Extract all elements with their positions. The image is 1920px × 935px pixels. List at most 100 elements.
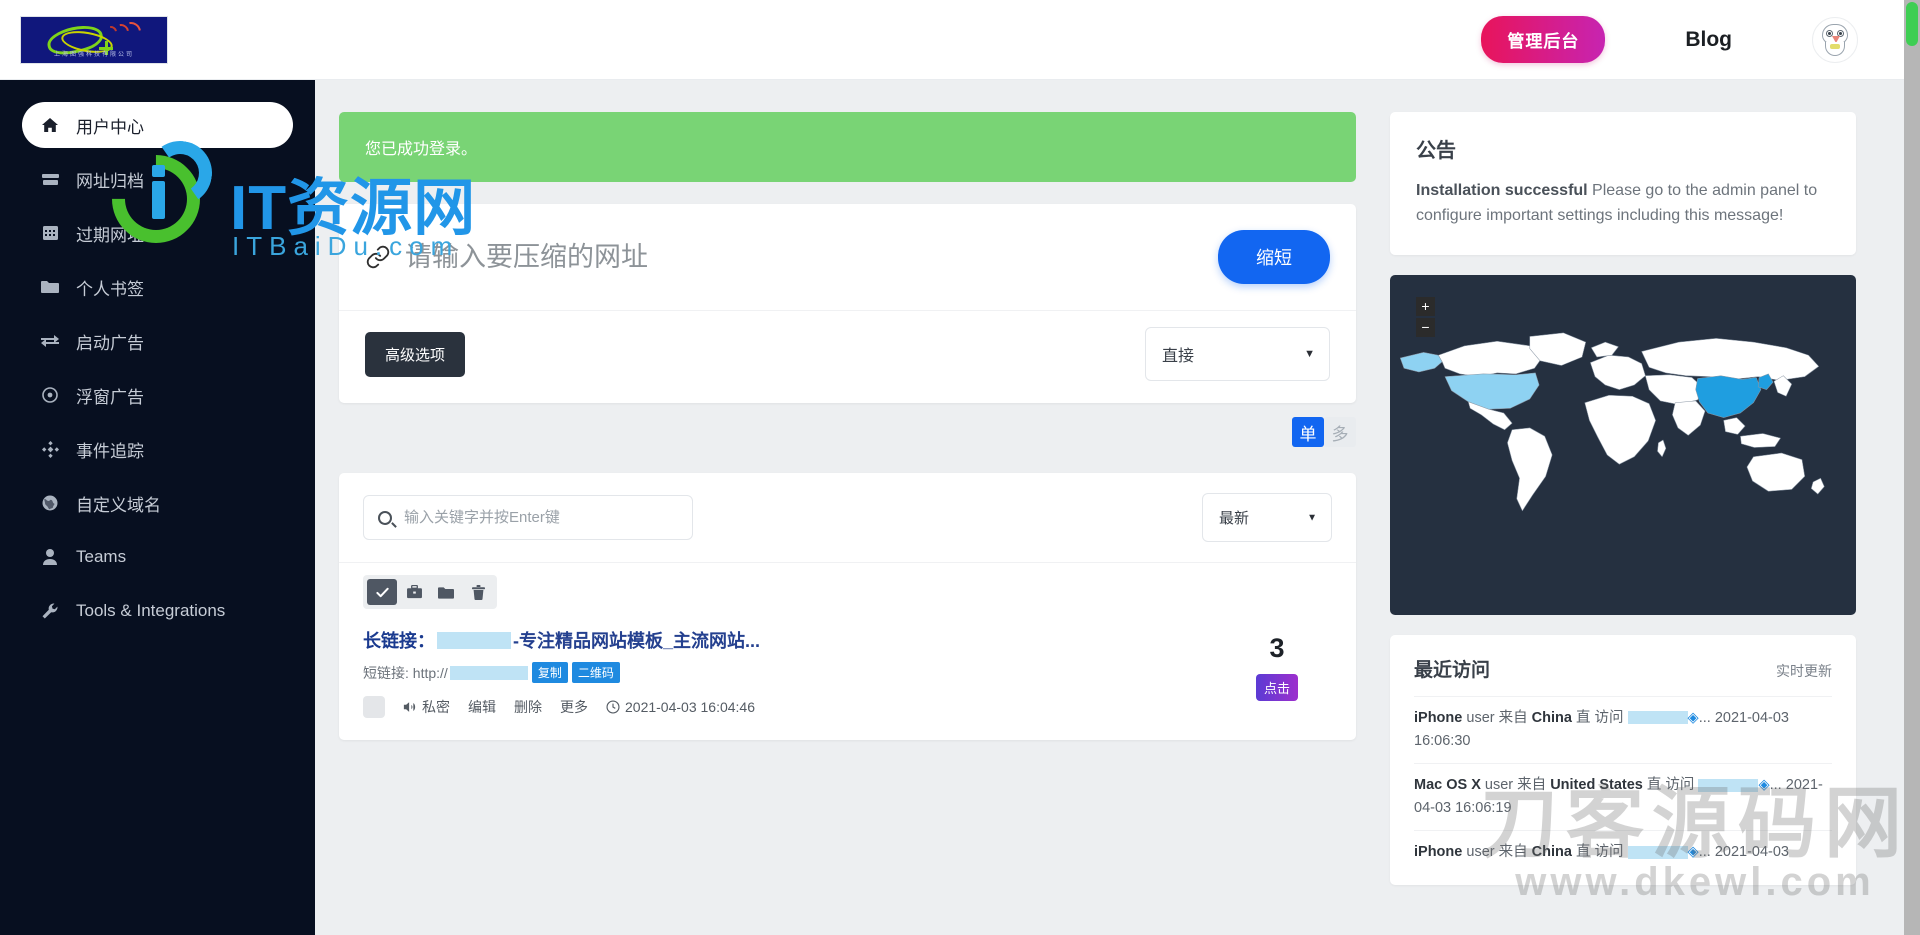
redacted-visit-url xyxy=(1628,711,1688,724)
url-input[interactable] xyxy=(405,242,1204,273)
links-list-header: 最新 ▼ xyxy=(339,473,1356,563)
sidebar-item-url-archive[interactable]: 网址归档 xyxy=(22,156,293,202)
folder-icon xyxy=(40,280,60,294)
blog-link[interactable]: Blog xyxy=(1685,28,1732,52)
exchange-icon xyxy=(40,334,60,348)
wrench-icon xyxy=(40,603,60,620)
sidebar-item-bookmarks[interactable]: 个人书签 xyxy=(22,264,293,310)
private-action[interactable]: 私密 xyxy=(403,697,450,717)
row-checkbox[interactable] xyxy=(363,696,385,718)
sidebar-item-event-tracking[interactable]: 事件追踪 xyxy=(22,426,293,472)
click-badge[interactable]: 点击 xyxy=(1256,674,1298,701)
search-input[interactable] xyxy=(364,496,692,539)
long-link-label: 长链接： xyxy=(363,627,435,653)
click-count: 3 xyxy=(1222,633,1332,664)
visit-country: China xyxy=(1532,710,1572,726)
map-zoom-controls: + − xyxy=(1416,297,1435,339)
qrcode-button[interactable]: 二维码 xyxy=(572,662,620,683)
scrollbar-thumb[interactable] xyxy=(1906,2,1918,46)
visit-device: iPhone xyxy=(1414,710,1462,726)
link-timestamp: 2021-04-03 16:04:46 xyxy=(625,699,755,715)
site-logo[interactable]: 上海图强科技有限公司 xyxy=(20,16,168,64)
chevron-down-icon: ▼ xyxy=(1304,348,1315,360)
delete-action[interactable]: 删除 xyxy=(514,697,542,717)
sidebar-label: 网址归档 xyxy=(76,167,144,192)
recent-visits-title: 最近访问 xyxy=(1414,655,1490,682)
visitor-world-map[interactable]: + − xyxy=(1390,275,1856,615)
sidebar-item-user-center[interactable]: 用户中心 xyxy=(22,102,293,148)
table-row: 长链接： -专注精品网站模板_主流网站... 短链接: http:// 复制 二… xyxy=(339,609,1356,740)
owl-avatar-icon xyxy=(1820,23,1850,57)
shorten-input-row: 缩短 xyxy=(339,204,1356,310)
folder-icon[interactable] xyxy=(431,579,461,605)
user-icon xyxy=(40,549,60,565)
sort-select[interactable]: 最新 ▼ xyxy=(1202,493,1332,542)
redirect-mode-select[interactable]: 直接 ▼ xyxy=(1145,327,1330,381)
left-sidebar: 用户中心 网址归档 过期网址 个人书签 启动广告 浮窗广告 事件 xyxy=(0,80,315,935)
view-mode-single-button[interactable]: 单 xyxy=(1292,417,1324,447)
sidebar-label: 事件追踪 xyxy=(76,437,144,462)
private-label: 私密 xyxy=(422,697,450,717)
announcement-body: Installation successful Please go to the… xyxy=(1416,179,1830,229)
avatar[interactable] xyxy=(1812,17,1858,63)
admin-panel-button[interactable]: 管理后台 xyxy=(1481,16,1605,63)
recent-visits-panel: 最近访问 实时更新 iPhone user 来自 China 直 访问 ◈...… xyxy=(1390,635,1856,885)
live-update-label[interactable]: 实时更新 xyxy=(1776,661,1832,681)
top-header: 上海图强科技有限公司 管理后台 Blog xyxy=(0,0,1904,80)
trash-icon[interactable] xyxy=(463,579,493,605)
right-sidebar: 公告 Installation successful Please go to … xyxy=(1380,80,1904,935)
sidebar-label: 启动广告 xyxy=(76,329,144,354)
search-icon xyxy=(378,511,392,525)
long-link-title[interactable]: -专注精品网站模板_主流网站... xyxy=(513,627,760,653)
sidebar-label: 自定义域名 xyxy=(76,491,161,516)
redacted-short-url xyxy=(450,666,528,680)
sidebar-label: 过期网址 xyxy=(76,221,144,246)
redacted-visit-url xyxy=(1698,779,1758,792)
visit-mid: user 来自 xyxy=(1466,844,1527,860)
sidebar-item-custom-domain[interactable]: 自定义域名 xyxy=(22,480,293,526)
world-map-svg xyxy=(1390,303,1856,527)
visit-ellipsis: ... xyxy=(1699,710,1711,726)
copy-button[interactable]: 复制 xyxy=(532,662,568,683)
visit-tail: 直 访问 xyxy=(1576,710,1624,726)
visit-ellipsis: ... xyxy=(1699,844,1711,860)
list-item: iPhone user 来自 China 直 访问 ◈... 2021-04-0… xyxy=(1414,696,1832,763)
login-success-alert: 您已成功登录。 xyxy=(339,112,1356,182)
diamond-icon: ◈ xyxy=(1688,710,1699,726)
logo-subtitle: 上海图强科技有限公司 xyxy=(21,49,167,58)
visit-time: 2021-04-03 xyxy=(1715,844,1789,860)
home-icon xyxy=(40,117,60,133)
short-link-line: 短链接: http:// 复制 二维码 xyxy=(363,662,1222,683)
announcement-bold: Installation successful xyxy=(1416,182,1588,199)
sidebar-item-tools-integrations[interactable]: Tools & Integrations xyxy=(22,588,293,634)
diamond-icon: ◈ xyxy=(1688,844,1699,860)
sidebar-label: Tools & Integrations xyxy=(76,601,225,621)
announcement-panel: 公告 Installation successful Please go to … xyxy=(1390,112,1856,255)
globe-icon xyxy=(40,495,60,511)
visit-country: China xyxy=(1532,844,1572,860)
diamond-icon: ◈ xyxy=(1758,777,1769,793)
page-scrollbar[interactable] xyxy=(1904,0,1920,935)
select-all-icon[interactable] xyxy=(367,579,397,605)
sidebar-item-expired-urls[interactable]: 过期网址 xyxy=(22,210,293,256)
more-action[interactable]: 更多 xyxy=(560,697,588,717)
view-mode-multi-button[interactable]: 多 xyxy=(1324,417,1356,447)
visit-device: Mac OS X xyxy=(1414,777,1481,793)
visit-tail: 直 访问 xyxy=(1576,844,1624,860)
visit-country: United States xyxy=(1550,777,1643,793)
sidebar-item-teams[interactable]: Teams xyxy=(22,534,293,580)
chevron-down-icon: ▼ xyxy=(1307,512,1317,523)
visit-mid: user 来自 xyxy=(1485,777,1546,793)
sidebar-label: 用户中心 xyxy=(76,113,144,138)
archive-icon xyxy=(40,172,60,187)
edit-action[interactable]: 编辑 xyxy=(468,697,496,717)
timestamp-group: 2021-04-03 16:04:46 xyxy=(606,699,755,715)
archive-box-icon[interactable] xyxy=(399,579,429,605)
target-icon xyxy=(40,387,60,403)
advanced-options-button[interactable]: 高级选项 xyxy=(365,332,465,377)
zoom-in-button[interactable]: + xyxy=(1416,297,1435,316)
sidebar-item-launch-ads[interactable]: 启动广告 xyxy=(22,318,293,364)
zoom-out-button[interactable]: − xyxy=(1416,318,1435,337)
shorten-button[interactable]: 缩短 xyxy=(1218,230,1330,284)
sidebar-item-floating-ads[interactable]: 浮窗广告 xyxy=(22,372,293,418)
